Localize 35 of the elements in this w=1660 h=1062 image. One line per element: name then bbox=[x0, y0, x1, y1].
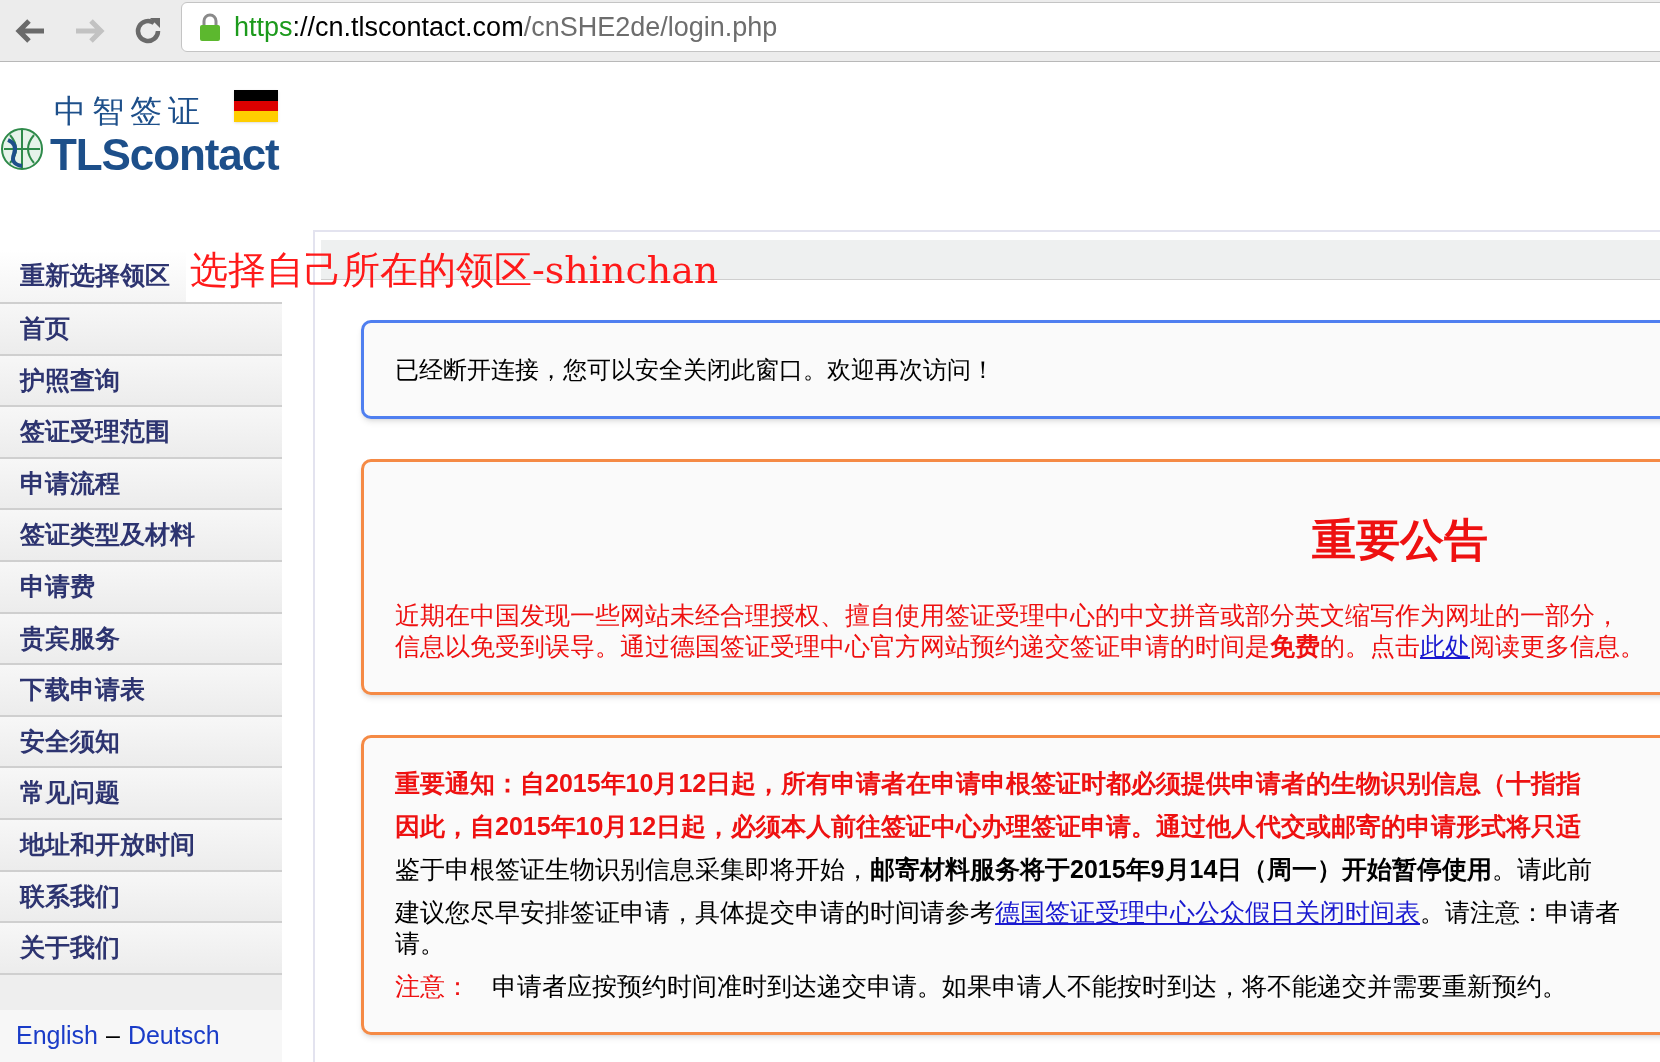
notice-text: 因此，自2015年10月12日起，必须本人前往签证中心办理签证申请。通过他人代交或邮寄的申请形式将只适 bbox=[395, 811, 1583, 842]
sidebar-item[interactable]: 首页 bbox=[0, 304, 282, 356]
sidebar-item[interactable]: 联系我们 bbox=[0, 871, 282, 924]
language-link[interactable]: Deutsch bbox=[127, 1017, 220, 1055]
holiday-schedule-link[interactable]: 德国签证受理中心公众假日关闭时间表 bbox=[995, 898, 1420, 926]
lock-icon bbox=[198, 12, 222, 42]
notice-text: 建议您尽早安排签证申请，具体提交申请的时间请参考德国签证受理中心公众假日关闭时间表。请注意：申请者 请。 bbox=[395, 897, 1621, 959]
sidebar-item[interactable]: 签证受理范围 bbox=[0, 407, 282, 459]
sidebar-item[interactable]: 申请流程 bbox=[0, 458, 282, 511]
sidebar-item[interactable]: 关于我们 bbox=[0, 923, 282, 975]
germany-flag-icon bbox=[234, 90, 278, 122]
language-link[interactable]: English bbox=[16, 1017, 98, 1055]
note-text: 申请者应按预约时间准时到达递交申请。如果申请人不能按时到达，将不能递交并需要重新预约。 bbox=[492, 971, 1567, 1002]
sidebar-item[interactable]: 申请费 bbox=[0, 562, 282, 614]
globe-icon bbox=[0, 126, 44, 172]
read-more-link[interactable]: 此处 bbox=[1420, 632, 1470, 660]
sidebar-item[interactable]: 地址和开放时间 bbox=[0, 819, 282, 872]
announcement-text: 近期在中国发现一些网站未经合理授权、擅自使用签证受理中心的中文拼音或部分英文缩写作为网址的一部分， 信息以免受到误导。通过德国签证受理中心官方网站预约递交签证申请的时间是免费的。点击此处阅读更多信息。 bbox=[395, 600, 1646, 662]
announcement-title: 重要公告 bbox=[1312, 518, 1489, 562]
sidebar-item[interactable]: 护照查询 bbox=[0, 355, 282, 408]
logo-brand-text: TLScontact bbox=[50, 129, 279, 181]
notice-text: 重要通知：自2015年10月12日起，所有申请者在申请申根签证时都必须提供申请者的生物识别信息（十指指 bbox=[395, 768, 1583, 799]
sidebar-item[interactable]: 安全须知 bbox=[0, 716, 282, 769]
sidebar-item[interactable]: 下载申请表 bbox=[0, 665, 282, 717]
message-text: 已经断开连接，您可以安全关闭此窗口。欢迎再次访问！ bbox=[395, 354, 995, 385]
notice-text: 鉴于申根签证生物识别信息采集即将开始，邮寄材料服务将于2015年9月14日（周一）开始暂停使用。请此前 bbox=[395, 854, 1594, 885]
sidebar-item[interactable]: 贵宾服务 bbox=[0, 613, 282, 666]
address-bar[interactable]: https://cn.tlscontact.com/cnSHE2de/login.php bbox=[181, 2, 1660, 52]
annotation-text: 选择自己所在的领区-shinchan bbox=[190, 247, 719, 294]
sidebar-item[interactable]: 签证类型及材料 bbox=[0, 510, 282, 562]
sidebar-item[interactable]: 常见问题 bbox=[0, 768, 282, 820]
separator-text: – bbox=[106, 1020, 120, 1052]
note-label: 注意： bbox=[395, 971, 470, 1002]
logo-chinese-text: 中智签证 bbox=[54, 92, 206, 131]
url-text: https://cn.tlscontact.com/cnSHE2de/login.php bbox=[234, 10, 778, 44]
